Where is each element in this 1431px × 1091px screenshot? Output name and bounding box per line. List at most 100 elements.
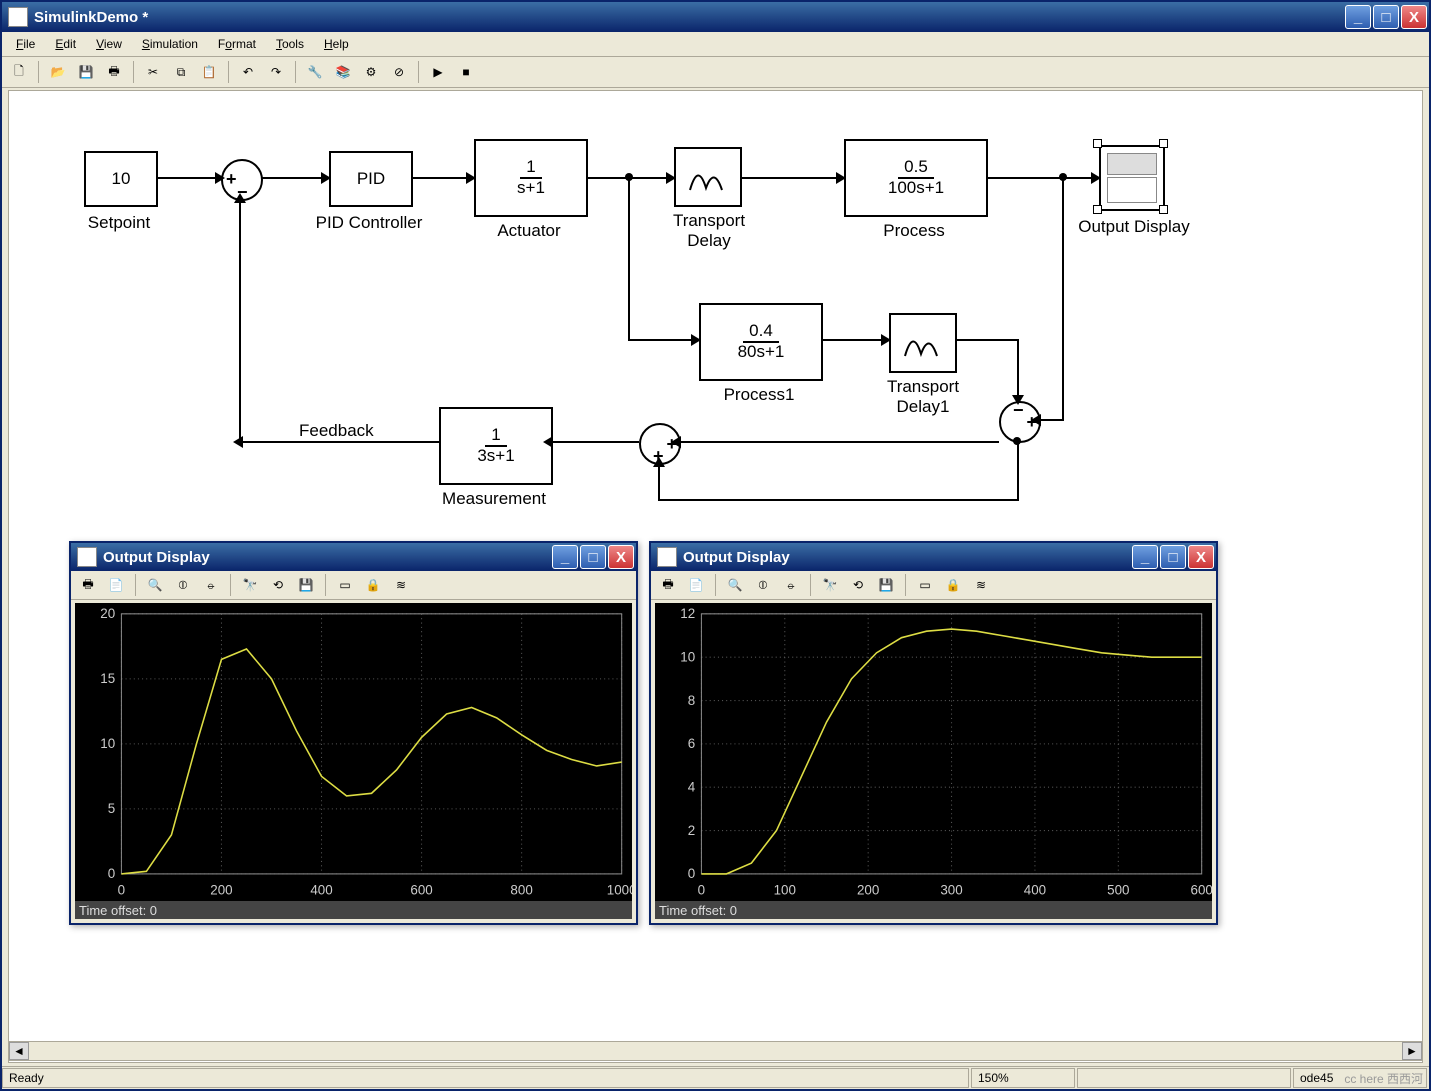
scroll-right-icon[interactable]: ►	[1402, 1042, 1422, 1060]
scope1-footer: Time offset: 0	[75, 901, 632, 919]
save-icon[interactable]: 💾	[73, 59, 99, 85]
svg-text:5: 5	[108, 801, 116, 816]
signal-icon[interactable]: ≋	[388, 572, 414, 598]
print-icon[interactable]: 🖶	[75, 572, 101, 598]
block-pid[interactable]: PID	[329, 151, 413, 207]
svg-text:0: 0	[118, 882, 126, 897]
save-axes-icon[interactable]: 💾	[873, 572, 899, 598]
cut-icon[interactable]: ✂	[140, 59, 166, 85]
block-output-display[interactable]	[1099, 145, 1165, 211]
block-transport-delay1[interactable]	[889, 313, 957, 373]
label-pid: PID Controller	[299, 213, 439, 233]
menu-tools[interactable]: Tools	[266, 35, 314, 53]
titlebar[interactable]: SimulinkDemo * _ □ X	[2, 2, 1429, 32]
menu-view[interactable]: View	[86, 35, 132, 53]
setpoint-value: 10	[112, 169, 131, 189]
scope2-maximize[interactable]: □	[1160, 545, 1186, 569]
signal-icon[interactable]: ≋	[968, 572, 994, 598]
debug-icon[interactable]: ⊘	[386, 59, 412, 85]
print-icon[interactable]: 🖶	[655, 572, 681, 598]
model-explorer-icon[interactable]: 🔧	[302, 59, 328, 85]
window-title: SimulinkDemo *	[34, 9, 148, 26]
scope1-minimize[interactable]: _	[552, 545, 578, 569]
binoculars-icon[interactable]: 🔭	[237, 572, 263, 598]
zoom-y-icon[interactable]: ⦵	[198, 572, 224, 598]
params-icon[interactable]: 📄	[683, 572, 709, 598]
label-actuator: Actuator	[484, 221, 574, 241]
app-icon	[8, 7, 28, 27]
library-browser-icon[interactable]: 📚	[330, 59, 356, 85]
scope1-close[interactable]: X	[608, 545, 634, 569]
params-icon[interactable]: 📄	[103, 572, 129, 598]
block-transport-delay[interactable]	[674, 147, 742, 207]
save-axes-icon[interactable]: 💾	[293, 572, 319, 598]
svg-text:200: 200	[857, 882, 880, 897]
print-icon[interactable]: 🖶	[101, 59, 127, 85]
menubar: File Edit View Simulation Format Tools H…	[2, 32, 1429, 57]
minimize-button[interactable]: _	[1345, 5, 1371, 29]
stop-icon[interactable]: ■	[453, 59, 479, 85]
scope2-close[interactable]: X	[1188, 545, 1214, 569]
svg-text:0: 0	[698, 882, 706, 897]
svg-text:100: 100	[774, 882, 797, 897]
menu-file[interactable]: File	[6, 35, 45, 53]
scope2-plot[interactable]: 0100200300400500600024681012	[655, 603, 1212, 901]
zoom-x-icon[interactable]: ⦶	[170, 572, 196, 598]
close-button[interactable]: X	[1401, 5, 1427, 29]
svg-text:0: 0	[688, 866, 696, 881]
undo-icon[interactable]: ↶	[235, 59, 261, 85]
zoom-y-icon[interactable]: ⦵	[778, 572, 804, 598]
svg-text:600: 600	[410, 882, 433, 897]
scope2-titlebar[interactable]: Output Display _ □ X	[651, 543, 1216, 571]
menu-format[interactable]: Format	[208, 35, 266, 53]
scope1-titlebar[interactable]: Output Display _ □ X	[71, 543, 636, 571]
scope2-minimize[interactable]: _	[1132, 545, 1158, 569]
svg-text:10: 10	[680, 649, 695, 664]
redo-icon[interactable]: ↷	[263, 59, 289, 85]
svg-text:400: 400	[310, 882, 333, 897]
block-process[interactable]: 0.5100s+1	[844, 139, 988, 217]
copy-icon[interactable]: ⧉	[168, 59, 194, 85]
maximize-button[interactable]: □	[1373, 5, 1399, 29]
svg-text:400: 400	[1024, 882, 1047, 897]
label-output-display: Output Display	[1069, 217, 1199, 237]
scope1-maximize[interactable]: □	[580, 545, 606, 569]
zoom-in-icon[interactable]: 🔍	[722, 572, 748, 598]
zoom-in-icon[interactable]: 🔍	[142, 572, 168, 598]
svg-text:8: 8	[688, 693, 696, 708]
restore-icon[interactable]: ⟲	[845, 572, 871, 598]
block-measurement[interactable]: 13s+1	[439, 407, 553, 485]
block-process1[interactable]: 0.480s+1	[699, 303, 823, 381]
label-transport-delay: Transport Delay	[659, 211, 759, 251]
menu-help[interactable]: Help	[314, 35, 359, 53]
lock-icon[interactable]: 🔒	[360, 572, 386, 598]
block-setpoint[interactable]: 10	[84, 151, 158, 207]
svg-text:2: 2	[688, 823, 695, 838]
scope2-toolbar: 🖶 📄 🔍 ⦶ ⦵ 🔭 ⟲ 💾 ▭ 🔒 ≋	[651, 571, 1216, 600]
h-scrollbar[interactable]: ◄ ►	[8, 1041, 1423, 1061]
svg-text:200: 200	[210, 882, 233, 897]
menu-simulation[interactable]: Simulation	[132, 35, 208, 53]
build-icon[interactable]: ⚙	[358, 59, 384, 85]
restore-icon[interactable]: ⟲	[265, 572, 291, 598]
scope-window-2[interactable]: Output Display _ □ X 🖶 📄 🔍 ⦶ ⦵ 🔭 ⟲ 💾 ▭ 🔒…	[649, 541, 1218, 925]
open-icon[interactable]: 📂	[45, 59, 71, 85]
svg-text:0: 0	[108, 866, 116, 881]
block-actuator[interactable]: 1s+1	[474, 139, 588, 217]
float-icon[interactable]: ▭	[912, 572, 938, 598]
svg-text:15: 15	[100, 671, 115, 686]
zoom-x-icon[interactable]: ⦶	[750, 572, 776, 598]
paste-icon[interactable]: 📋	[196, 59, 222, 85]
new-icon[interactable]: 🗋	[6, 59, 32, 85]
binoculars-icon[interactable]: 🔭	[817, 572, 843, 598]
scroll-left-icon[interactable]: ◄	[9, 1042, 29, 1060]
svg-text:10: 10	[100, 736, 115, 751]
scope1-plot[interactable]: 0200400600800100005101520	[75, 603, 632, 901]
diagram-canvas[interactable]: 10 Setpoint + − PID PID Controller 1s+1 …	[8, 90, 1423, 1063]
float-icon[interactable]: ▭	[332, 572, 358, 598]
scope-window-1[interactable]: Output Display _ □ X 🖶 📄 🔍 ⦶ ⦵ 🔭 ⟲ 💾 ▭ 🔒…	[69, 541, 638, 925]
lock-icon[interactable]: 🔒	[940, 572, 966, 598]
menu-edit[interactable]: Edit	[45, 35, 86, 53]
start-icon[interactable]: ▶	[425, 59, 451, 85]
svg-text:4: 4	[688, 779, 696, 794]
